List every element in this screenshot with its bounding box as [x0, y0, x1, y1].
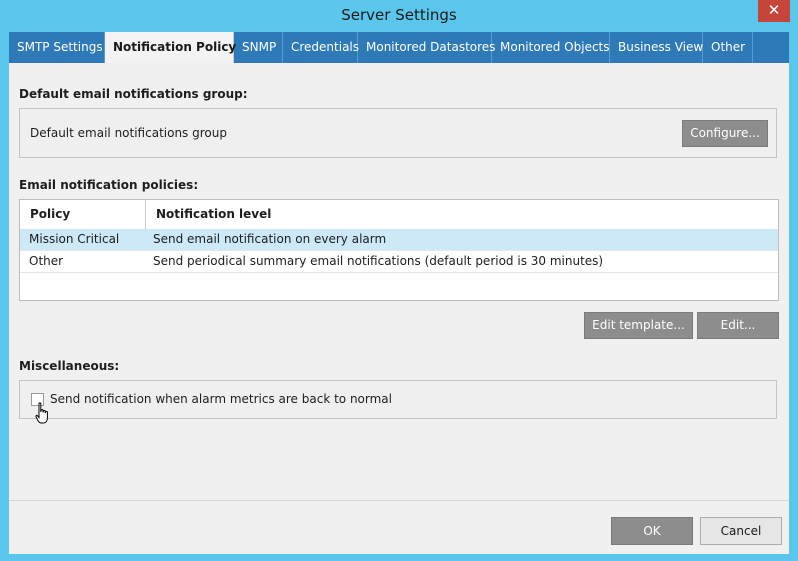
tab-credentials[interactable]: Credentials: [283, 32, 359, 63]
tab-snmp[interactable]: SNMP: [234, 32, 283, 63]
default-group-heading: Default email notifications group:: [19, 87, 248, 101]
column-header-policy[interactable]: Policy: [20, 200, 146, 229]
policies-table: Policy Notification level Mission Critic…: [19, 199, 779, 301]
cell-policy: Other: [29, 254, 64, 268]
policies-heading: Email notification policies:: [19, 178, 199, 192]
window-title: Server Settings: [341, 6, 457, 24]
default-group-value: Default email notifications group: [30, 126, 227, 140]
edit-template-button[interactable]: Edit template...: [584, 312, 693, 339]
back-to-normal-label[interactable]: Send notification when alarm metrics are…: [50, 392, 392, 406]
close-button[interactable]: ✕: [758, 0, 790, 22]
cancel-button[interactable]: Cancel: [700, 517, 782, 545]
title-bar[interactable]: Server Settings ✕: [0, 0, 798, 32]
column-header-notification-level[interactable]: Notification level: [146, 200, 778, 229]
cell-policy: Mission Critical: [29, 232, 120, 246]
notification-policy-panel: Default email notifications group: Defau…: [9, 63, 789, 553]
tab-smtp-settings[interactable]: SMTP Settings: [9, 32, 105, 63]
cell-notification-level: Send periodical summary email notificati…: [153, 254, 604, 268]
miscellaneous-heading: Miscellaneous:: [19, 359, 120, 373]
table-row[interactable]: Mission Critical Send email notification…: [20, 229, 778, 251]
cell-notification-level: Send email notification on every alarm: [153, 232, 387, 246]
hand-cursor-icon: [35, 402, 48, 424]
server-settings-window: Server Settings ✕ SMTP Settings Notifica…: [0, 0, 798, 561]
default-group-box: Default email notifications group: [19, 108, 777, 158]
tab-monitored-objects[interactable]: Monitored Objects: [492, 32, 610, 63]
tab-business-view[interactable]: Business View: [610, 32, 703, 63]
tab-bar: SMTP Settings Notification Policy SNMP C…: [9, 32, 789, 63]
tab-other[interactable]: Other: [703, 32, 753, 63]
table-header: Policy Notification level: [20, 200, 778, 230]
tab-monitored-datastores[interactable]: Monitored Datastores: [358, 32, 495, 63]
close-icon: ✕: [767, 1, 781, 19]
ok-button[interactable]: OK: [611, 517, 693, 545]
dialog-footer: OK Cancel: [9, 500, 789, 554]
tab-notification-policy[interactable]: Notification Policy: [105, 32, 236, 63]
table-row[interactable]: Other Send periodical summary email noti…: [20, 251, 778, 273]
edit-button[interactable]: Edit...: [697, 312, 779, 339]
configure-button[interactable]: Configure...: [682, 120, 768, 147]
